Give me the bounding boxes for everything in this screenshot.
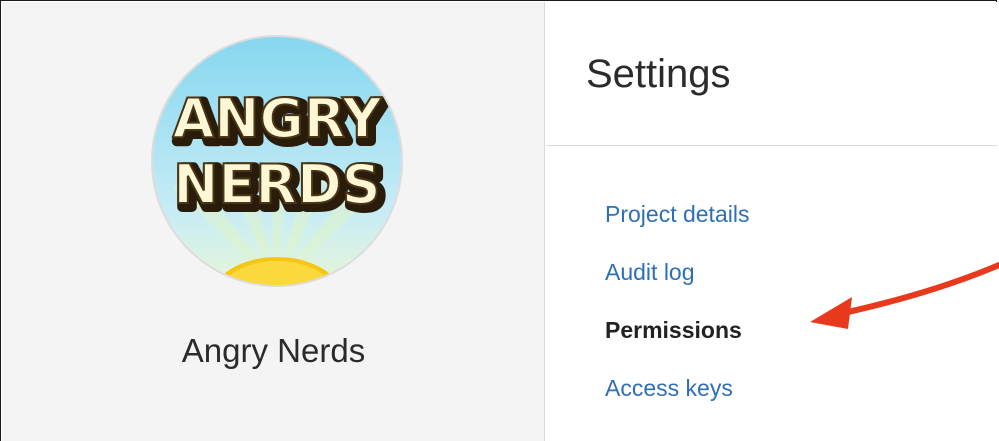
svg-text:NERDS: NERDS <box>173 153 380 216</box>
settings-nav: Project details Audit log Permissions Ac… <box>605 200 749 432</box>
project-sidebar: ANGRY ANGRY NERDS NERDS Angry Nerds <box>2 2 545 441</box>
nav-item-access-keys[interactable]: Access keys <box>605 374 749 432</box>
project-name: Angry Nerds <box>181 332 366 369</box>
nav-item-permissions: Permissions <box>605 317 742 343</box>
nav-item-audit-log[interactable]: Audit log <box>605 258 749 316</box>
red-arrow-icon <box>810 262 999 329</box>
settings-header: Settings <box>546 2 997 146</box>
svg-text:ANGRY: ANGRY <box>172 87 382 150</box>
settings-panel: Settings Project details Audit log Permi… <box>546 2 997 441</box>
page-title: Settings <box>586 52 731 96</box>
angry-nerds-logo-icon: ANGRY ANGRY NERDS NERDS <box>153 37 401 285</box>
project-avatar[interactable]: ANGRY ANGRY NERDS NERDS <box>151 35 403 287</box>
nav-item-project-details[interactable]: Project details <box>605 200 749 258</box>
